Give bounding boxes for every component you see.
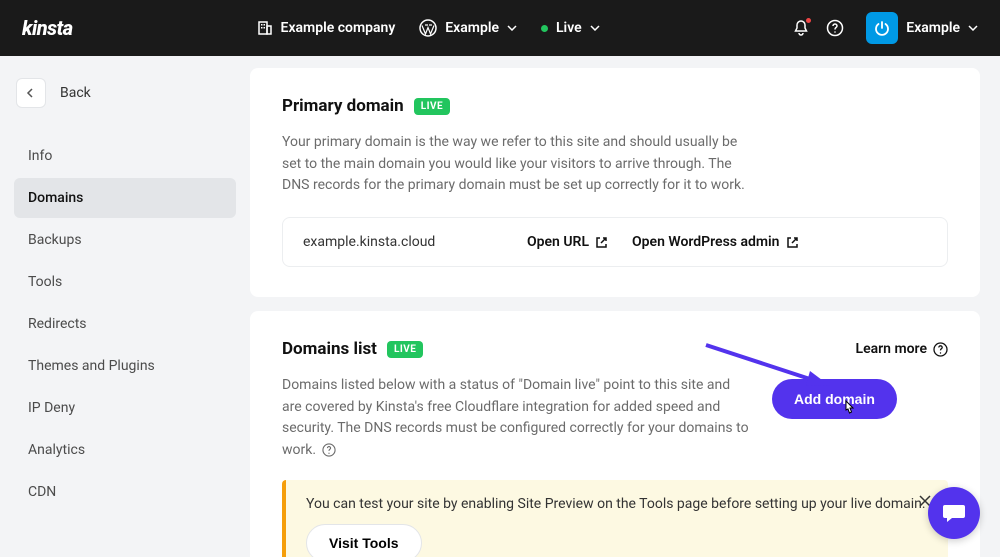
company-selector[interactable]: Example company	[257, 20, 396, 36]
help-icon	[826, 19, 844, 37]
domains-list-title: Domains list	[282, 339, 377, 359]
help-icon	[933, 342, 948, 357]
sidebar-item-cdn[interactable]: CDN	[14, 472, 236, 512]
help-icon	[322, 443, 336, 457]
sidebar-item-info[interactable]: Info	[14, 136, 236, 176]
external-link-icon	[595, 236, 608, 249]
external-link-icon	[786, 236, 799, 249]
sidebar-item-domains[interactable]: Domains	[14, 178, 236, 218]
sidebar-item-analytics[interactable]: Analytics	[14, 430, 236, 470]
visit-tools-button[interactable]: Visit Tools	[306, 524, 422, 557]
banner-text: You can test your site by enabling Site …	[306, 496, 928, 512]
env-label: Live	[556, 20, 582, 36]
add-domain-button[interactable]: Add domain	[772, 379, 897, 419]
chevron-down-icon	[968, 25, 978, 31]
chevron-down-icon	[507, 25, 517, 31]
arrow-left-icon	[16, 78, 46, 108]
primary-domain-description: Your primary domain is the way we refer …	[282, 132, 752, 197]
status-dot-live	[541, 25, 548, 32]
sidebar-item-ip-deny[interactable]: IP Deny	[14, 388, 236, 428]
site-selector[interactable]: Example	[419, 19, 517, 37]
notifications-button[interactable]	[784, 11, 818, 45]
primary-domain-value: example.kinsta.cloud	[303, 234, 503, 250]
user-name: Example	[906, 20, 960, 36]
learn-more-link[interactable]: Learn more	[856, 341, 948, 357]
user-avatar	[866, 12, 898, 44]
domains-list-card: Domains list LIVE Learn more Domains lis…	[250, 311, 980, 557]
open-url-button[interactable]: Open URL	[527, 234, 608, 250]
power-icon	[874, 20, 890, 36]
main-content: Primary domain LIVE Your primary domain …	[250, 56, 1000, 557]
env-selector[interactable]: Live	[541, 20, 600, 36]
live-badge: LIVE	[387, 341, 424, 358]
open-wp-admin-button[interactable]: Open WordPress admin	[632, 234, 798, 250]
live-badge: LIVE	[414, 98, 451, 115]
sidebar-item-themes-plugins[interactable]: Themes and Plugins	[14, 346, 236, 386]
primary-domain-row: example.kinsta.cloud Open URL Open WordP…	[282, 217, 948, 267]
building-icon	[257, 20, 273, 36]
notification-badge	[805, 17, 812, 24]
primary-domain-card: Primary domain LIVE Your primary domain …	[250, 68, 980, 297]
user-menu[interactable]: Example	[866, 12, 978, 44]
primary-domain-title: Primary domain	[282, 96, 404, 116]
back-label: Back	[60, 85, 91, 101]
company-name: Example company	[281, 20, 396, 36]
help-button[interactable]	[818, 11, 852, 45]
chat-widget-button[interactable]	[928, 487, 980, 539]
domains-list-description: Domains listed below with a status of "D…	[282, 375, 752, 462]
sidebar-item-tools[interactable]: Tools	[14, 262, 236, 302]
sidebar-item-backups[interactable]: Backups	[14, 220, 236, 260]
site-preview-banner: You can test your site by enabling Site …	[282, 480, 948, 557]
chat-icon	[941, 500, 967, 526]
back-button[interactable]: Back	[14, 74, 236, 112]
sidebar-item-redirects[interactable]: Redirects	[14, 304, 236, 344]
sidebar: Back Info Domains Backups Tools Redirect…	[0, 56, 250, 557]
chevron-down-icon	[590, 25, 600, 31]
logo: kinsta	[22, 16, 73, 40]
sidebar-nav: Info Domains Backups Tools Redirects The…	[14, 136, 236, 512]
topbar: kinsta Example company Example Live Exam…	[0, 0, 1000, 56]
wordpress-icon	[419, 19, 437, 37]
site-name: Example	[445, 20, 499, 36]
